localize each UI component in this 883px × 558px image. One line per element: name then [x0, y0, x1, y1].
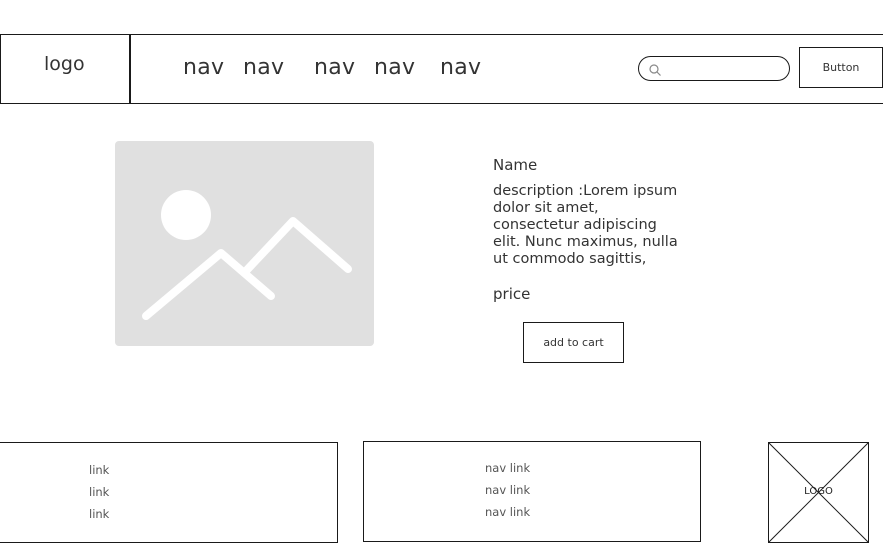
- footer-nav-link-3[interactable]: nav link: [485, 505, 530, 519]
- product-name: Name: [493, 156, 538, 174]
- product-price: price: [493, 285, 531, 303]
- search-box[interactable]: [638, 56, 790, 81]
- add-to-cart-button[interactable]: add to cart: [523, 322, 624, 363]
- product-page: logo nav nav nav nav nav Button Name des…: [0, 0, 883, 558]
- product-image: [115, 141, 374, 346]
- nav-item-5[interactable]: nav: [440, 55, 481, 80]
- nav-item-4[interactable]: nav: [374, 55, 415, 80]
- nav-item-1[interactable]: nav: [183, 55, 224, 80]
- footer-logo-text: LOGO: [804, 486, 833, 497]
- image-placeholder-icon: [142, 190, 352, 320]
- site-header: logo nav nav nav nav nav Button: [0, 34, 883, 104]
- footer-nav-link-1[interactable]: nav link: [485, 461, 530, 475]
- nav-item-3[interactable]: nav: [314, 55, 355, 80]
- search-input[interactable]: [667, 60, 783, 78]
- footer-link-1[interactable]: link: [89, 463, 109, 477]
- nav-item-2[interactable]: nav: [243, 55, 284, 80]
- footer-link-2[interactable]: link: [89, 485, 109, 499]
- header-logo[interactable]: logo: [1, 35, 131, 103]
- footer-nav-link-2[interactable]: nav link: [485, 483, 530, 497]
- header-button[interactable]: Button: [799, 47, 883, 88]
- footer-links-column-2: nav link nav link nav link: [363, 441, 701, 542]
- search-icon: [648, 62, 662, 76]
- footer-links-column-1: link link link: [0, 442, 338, 543]
- footer-logo[interactable]: LOGO: [768, 442, 869, 543]
- product-description: description :Lorem ipsum dolor sit amet,…: [493, 183, 678, 267]
- footer-link-3[interactable]: link: [89, 507, 109, 521]
- logo-text: logo: [44, 53, 85, 75]
